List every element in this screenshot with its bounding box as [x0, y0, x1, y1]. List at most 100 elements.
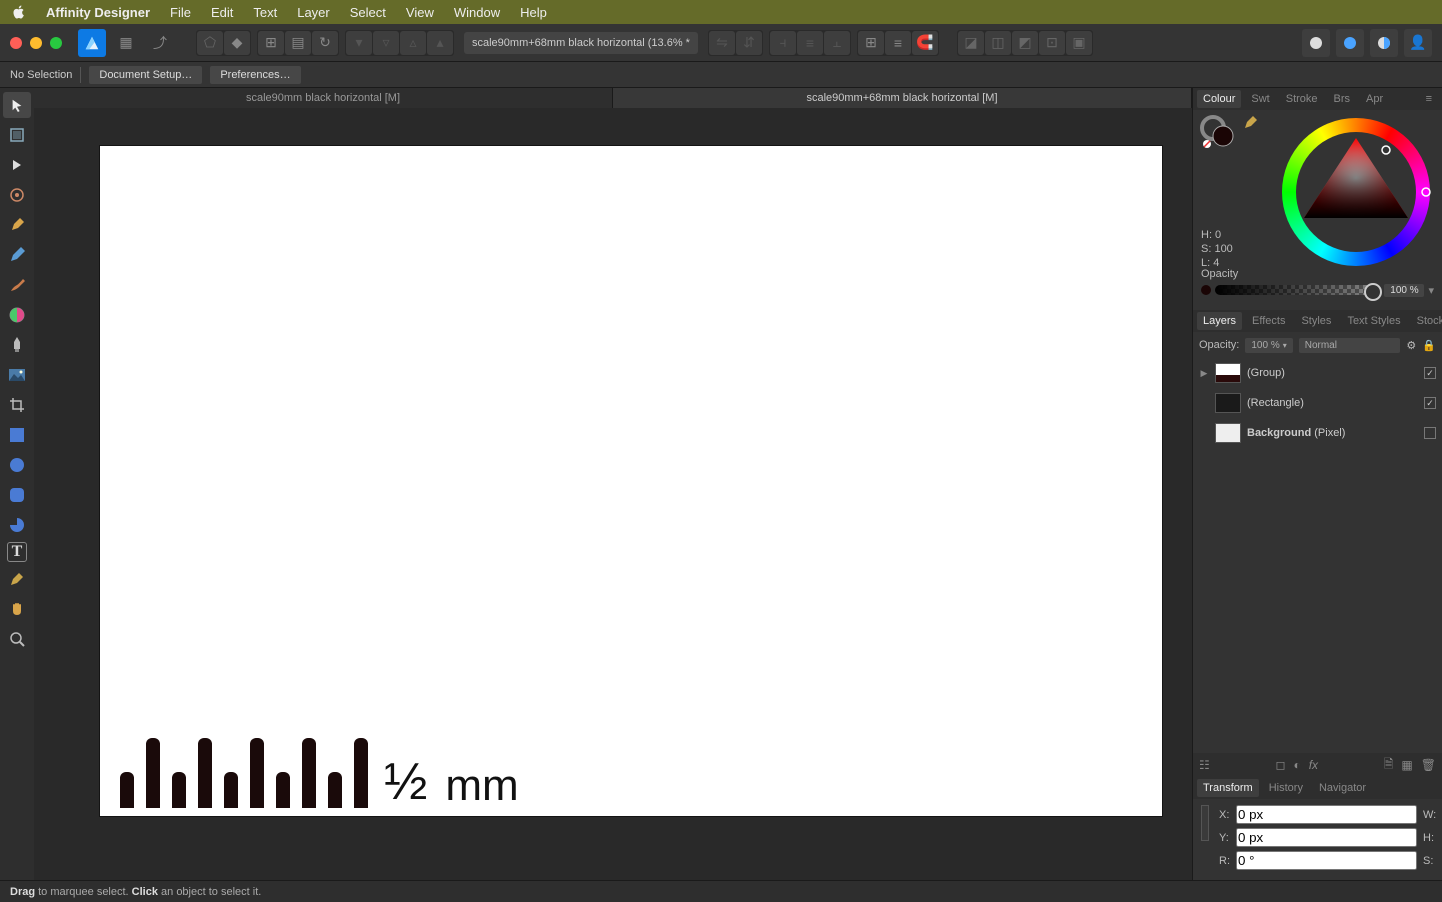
snapping-icon[interactable]: 🧲	[912, 31, 938, 55]
visibility-checkbox[interactable]	[1424, 427, 1436, 439]
text-tool[interactable]: T	[7, 542, 27, 562]
menu-edit[interactable]: Edit	[211, 5, 233, 20]
menu-window[interactable]: Window	[454, 5, 500, 20]
flip-v-icon[interactable]: ⇵	[736, 31, 762, 55]
move-tool[interactable]	[3, 92, 31, 118]
pen-tool[interactable]	[3, 212, 31, 238]
vector-brush-tool[interactable]	[3, 272, 31, 298]
tab-effects[interactable]: Effects	[1246, 312, 1291, 330]
layer-settings-icon[interactable]: ⚙	[1406, 339, 1416, 352]
opacity-dropdown-icon[interactable]: ▾	[1428, 284, 1434, 297]
quick-shape-icon[interactable]	[1336, 29, 1364, 57]
document-tab-1[interactable]: scale90mm+68mm black horizontal [M]	[613, 88, 1192, 108]
move-back-icon[interactable]: ▾	[346, 31, 372, 55]
crop-tool[interactable]	[3, 392, 31, 418]
persona-designer-icon[interactable]	[78, 29, 106, 57]
transparency-tool[interactable]	[3, 332, 31, 358]
insert-front-icon[interactable]: ◩	[1012, 31, 1038, 55]
align-center-icon[interactable]: ≡	[797, 31, 823, 55]
tab-stroke[interactable]: Stroke	[1280, 90, 1324, 108]
hand-tool[interactable]	[3, 596, 31, 622]
layer-opacity-field[interactable]: 100 % ▾	[1245, 338, 1292, 353]
tab-appearance[interactable]: Apr	[1360, 90, 1389, 108]
insert-behind-icon[interactable]: ◪	[958, 31, 984, 55]
tab-styles[interactable]: Styles	[1295, 312, 1337, 330]
tab-swatches[interactable]: Swt	[1245, 90, 1275, 108]
account-icon[interactable]: 👤	[1404, 29, 1432, 57]
tab-history[interactable]: History	[1263, 779, 1309, 797]
back-one-icon[interactable]: ▿	[373, 31, 399, 55]
menu-layer[interactable]: Layer	[297, 5, 330, 20]
place-image-tool[interactable]	[3, 362, 31, 388]
rounded-rect-tool[interactable]	[3, 482, 31, 508]
grid-icon[interactable]: ⊞	[858, 31, 884, 55]
layer-stack-icon[interactable]: ☷	[1199, 758, 1210, 772]
menu-help[interactable]: Help	[520, 5, 547, 20]
tab-text-styles[interactable]: Text Styles	[1341, 312, 1406, 330]
panel-menu-icon[interactable]: ≡	[1420, 90, 1438, 108]
layer-row-group[interactable]: ▶ (Group) ✓	[1193, 358, 1442, 388]
mask-icon[interactable]: ◻	[1275, 758, 1285, 772]
layer-row-rectangle[interactable]: (Rectangle) ✓	[1193, 388, 1442, 418]
select-cycle-icon[interactable]: ↻	[312, 31, 338, 55]
visibility-checkbox[interactable]: ✓	[1424, 367, 1436, 379]
colour-wheel[interactable]	[1278, 114, 1434, 270]
minimize-window-icon[interactable]	[30, 37, 42, 49]
transform-y-input[interactable]	[1236, 828, 1417, 847]
op-subtract-icon[interactable]: ◆	[224, 31, 250, 55]
close-window-icon[interactable]	[10, 37, 22, 49]
tab-navigator[interactable]: Navigator	[1313, 779, 1372, 797]
pencil-tool[interactable]	[3, 242, 31, 268]
artboard-tool[interactable]	[3, 122, 31, 148]
opacity-slider[interactable]	[1215, 285, 1380, 295]
menu-view[interactable]: View	[406, 5, 434, 20]
zoom-window-icon[interactable]	[50, 37, 62, 49]
menu-file[interactable]: File	[170, 5, 191, 20]
tab-transform[interactable]: Transform	[1197, 779, 1259, 797]
apple-menu-icon[interactable]	[12, 5, 26, 19]
align-right-icon[interactable]: ⫠	[824, 31, 850, 55]
zoom-tool[interactable]	[3, 626, 31, 652]
insert-lock-icon[interactable]: ▣	[1066, 31, 1092, 55]
tab-colour[interactable]: Colour	[1197, 90, 1241, 108]
rectangle-tool[interactable]	[3, 422, 31, 448]
opacity-value[interactable]: 100 %	[1384, 284, 1424, 297]
app-name[interactable]: Affinity Designer	[46, 5, 150, 20]
document-tab-0[interactable]: scale90mm black horizontal [M]	[34, 88, 613, 108]
expand-icon[interactable]: ▶	[1199, 368, 1209, 379]
pie-tool[interactable]	[3, 512, 31, 538]
persona-pixel-icon[interactable]: ▦	[112, 29, 140, 57]
canvas-viewport[interactable]: ½ mm	[34, 108, 1192, 880]
preferences-button[interactable]: Preferences…	[210, 66, 300, 84]
quick-mask-icon[interactable]	[1302, 29, 1330, 57]
ellipse-tool[interactable]	[3, 452, 31, 478]
select-invert-icon[interactable]: ▤	[285, 31, 311, 55]
anchor-selector[interactable]	[1201, 805, 1209, 841]
document-dropdown[interactable]: scale90mm+68mm black horizontal (13.6% *	[464, 32, 698, 54]
layer-row-background[interactable]: Background (Pixel)	[1193, 418, 1442, 448]
layer-lock-icon[interactable]: 🔒	[1422, 339, 1436, 352]
add-pixel-layer-icon[interactable]: ▦	[1401, 758, 1412, 772]
tab-layers[interactable]: Layers	[1197, 312, 1242, 330]
tab-brushes[interactable]: Brs	[1328, 90, 1357, 108]
quick-fx-icon[interactable]	[1370, 29, 1398, 57]
visibility-checkbox[interactable]: ✓	[1424, 397, 1436, 409]
flip-h-icon[interactable]: ⇋	[709, 31, 735, 55]
delete-layer-icon[interactable]: 🗑	[1421, 758, 1436, 772]
move-front-icon[interactable]: ▴	[427, 31, 453, 55]
fill-tool[interactable]	[3, 302, 31, 328]
adjustment-icon[interactable]: ◐	[1293, 758, 1300, 772]
canvas[interactable]: ½ mm	[100, 146, 1162, 816]
eyedropper-tool[interactable]	[3, 566, 31, 592]
node-tool[interactable]	[3, 152, 31, 178]
insert-top-icon[interactable]: ⊡	[1039, 31, 1065, 55]
insert-inside-icon[interactable]: ◫	[985, 31, 1011, 55]
transform-x-input[interactable]	[1236, 805, 1417, 824]
eyedropper-icon[interactable]	[1243, 114, 1259, 130]
menu-text[interactable]: Text	[253, 5, 277, 20]
baseline-icon[interactable]: ≡	[885, 31, 911, 55]
select-all-icon[interactable]: ⊞	[258, 31, 284, 55]
op-add-icon[interactable]: ⬠	[197, 31, 223, 55]
persona-export-icon[interactable]: ⤴	[146, 29, 174, 57]
align-left-icon[interactable]: ⫞	[770, 31, 796, 55]
